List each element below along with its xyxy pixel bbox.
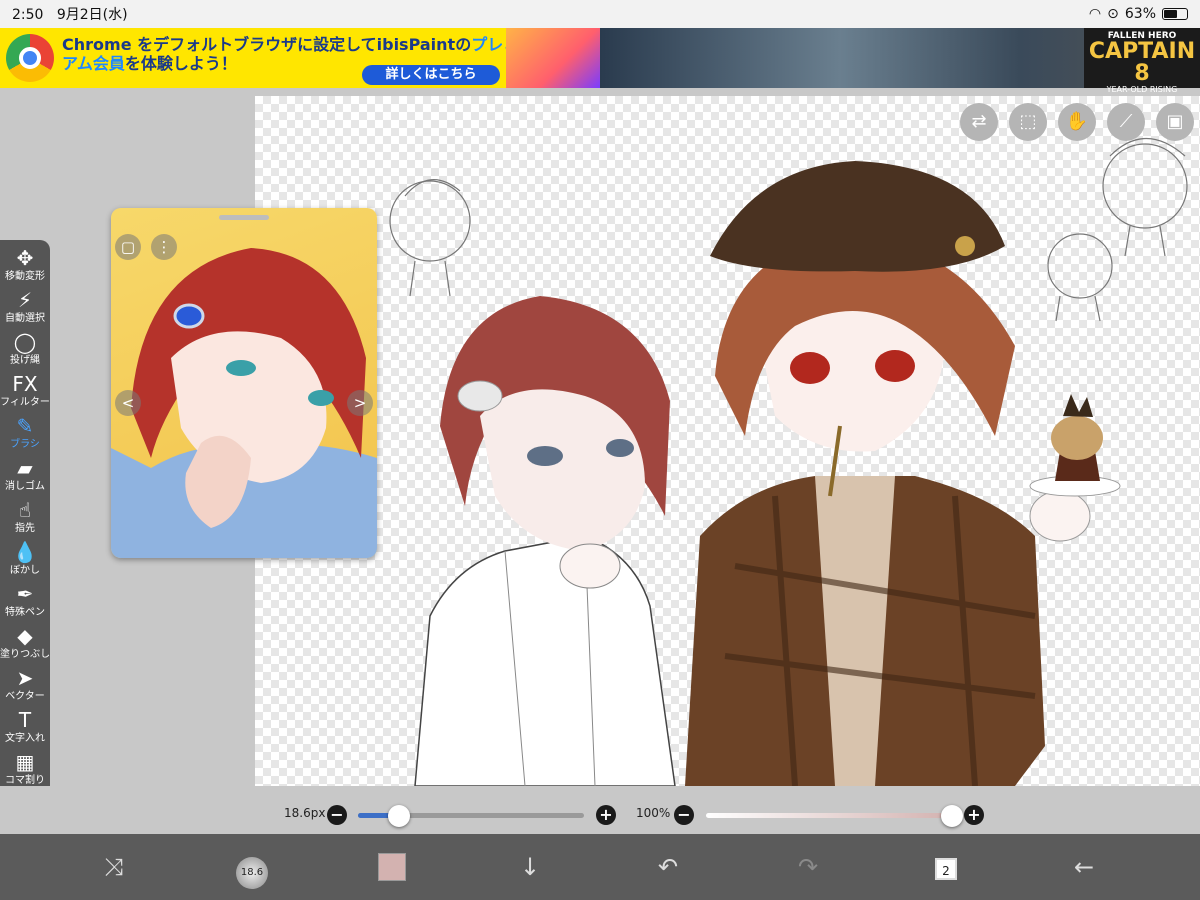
ad-illustration: [506, 28, 600, 88]
ruler-icon[interactable]: ⟋: [1107, 103, 1145, 141]
eraser-icon: ▰: [17, 456, 33, 480]
text-icon: T: [18, 708, 32, 732]
ad-details-button[interactable]: 詳しくはこちら: [362, 65, 500, 85]
tool-label: 指先: [15, 523, 35, 534]
opacity-minus-button[interactable]: −: [674, 805, 694, 825]
brush-size-minus-button[interactable]: −: [327, 805, 347, 825]
battery-percent: 63%: [1124, 6, 1156, 22]
tool-fill[interactable]: ◆ 塗りつぶし: [0, 624, 50, 666]
tool-label: フィルター: [0, 397, 50, 408]
reference-prev-icon[interactable]: <: [115, 390, 141, 416]
movie-subtitle: YEAR-OLD RISING: [1106, 85, 1178, 94]
movie-logo: FALLEN HERO CAPTAIN 8 YEAR-OLD RISING: [1084, 28, 1200, 94]
download-icon[interactable]: ↓: [510, 847, 550, 887]
opacity-knob[interactable]: [941, 805, 963, 827]
workspace: ▢ ⋮ < > ✥ 移動変形 ⚡ 自動選択 ◯ 投げ縄 FX フィルター ✎ ブラシ ▰ 消しゴム ☝ 指…: [0, 96, 1200, 880]
chrome-logo-icon: [6, 34, 54, 82]
reference-window[interactable]: ▢ ⋮ < >: [111, 208, 377, 558]
rotation-lock-icon: ⊙: [1107, 6, 1119, 22]
tool-bar: ✥ 移動変形 ⚡ 自動選択 ◯ 投げ縄 FX フィルター ✎ ブラシ ▰ 消しゴム ☝ 指先 💧 ぼかし ✒ 特殊…: [0, 240, 50, 880]
drawing-canvas[interactable]: [255, 96, 1200, 787]
tool-fx[interactable]: FX フィルター: [0, 372, 50, 414]
tool-magic-wand[interactable]: ⚡ 自動選択: [0, 288, 50, 330]
brush-size-slider[interactable]: [358, 805, 584, 827]
finger-icon: ☝: [18, 498, 32, 522]
brush-size-badge: 18.6: [236, 857, 268, 889]
color-picker-button[interactable]: [372, 847, 412, 887]
movie-ad[interactable]: FALLEN HERO CAPTAIN 8 YEAR-OLD RISING: [600, 28, 1200, 94]
tool-finger[interactable]: ☝ 指先: [0, 498, 50, 540]
tool-lasso[interactable]: ◯ 投げ縄: [0, 330, 50, 372]
status-indicators: ◠ ⊙ 63%: [1089, 6, 1188, 22]
wifi-icon: ◠: [1088, 6, 1102, 22]
redo-icon[interactable]: ↷: [788, 847, 828, 887]
toggle-icon[interactable]: ⇄: [960, 103, 998, 141]
tool-special-pen[interactable]: ✒ 特殊ペン: [0, 582, 50, 624]
tool-vector[interactable]: ➤ ベクター: [0, 666, 50, 708]
layer-count: 2: [935, 858, 957, 880]
tool-label: ブラシ: [10, 439, 40, 450]
undo-icon[interactable]: ↶: [648, 847, 688, 887]
tool-label: ベクター: [5, 691, 45, 702]
lasso-icon: ◯: [13, 330, 37, 354]
artwork: [389, 137, 1188, 787]
ad-line2-text: を体験しよう！: [124, 54, 237, 73]
opacity-label: 100%: [636, 806, 671, 820]
swap-tool-icon[interactable]: ⤨: [94, 847, 134, 887]
chrome-ad[interactable]: Chrome をデフォルトブラウザに設定してibisPaintのプレミ アム会員…: [0, 28, 600, 88]
hand-gesture-icon[interactable]: ✋: [1058, 103, 1096, 141]
current-color-swatch: [378, 853, 406, 881]
tool-label: 文字入れ: [5, 733, 45, 744]
tool-label: 投げ縄: [10, 355, 40, 366]
tool-move[interactable]: ✥ 移動変形: [0, 246, 50, 288]
status-time: 2:50: [12, 7, 44, 23]
magic-wand-icon: ⚡: [17, 288, 33, 312]
reference-expand-icon[interactable]: ▢: [115, 234, 141, 260]
brush-size-plus-button[interactable]: +: [596, 805, 616, 825]
frame-divider-icon: ▦: [15, 750, 35, 774]
status-bar: 2:50 9月2日(水) ◠ ⊙ 63%: [0, 0, 1200, 28]
reference-image: [111, 248, 377, 558]
status-time-date: 2:50 9月2日(水): [12, 4, 128, 24]
tool-label: 移動変形: [5, 271, 45, 282]
blur-icon: 💧: [12, 540, 38, 564]
special-pen-icon: ✒: [16, 582, 34, 606]
brush-settings-button[interactable]: 18.6: [232, 847, 272, 889]
fill-icon: ◆: [17, 624, 33, 648]
brush-size-knob[interactable]: [387, 805, 410, 827]
movie-title: CAPTAIN 8: [1088, 39, 1196, 86]
tool-label: 塗りつぶし: [0, 649, 51, 660]
opacity-plus-button[interactable]: +: [964, 805, 984, 825]
layers-button[interactable]: 2: [926, 847, 966, 887]
fx-icon: FX: [12, 372, 38, 396]
tool-label: 特殊ペン: [5, 607, 45, 618]
tool-text[interactable]: T 文字入れ: [0, 708, 50, 750]
tool-blur[interactable]: 💧 ぼかし: [0, 540, 50, 582]
tool-eraser[interactable]: ▰ 消しゴム: [0, 456, 50, 498]
tool-label: 自動選択: [5, 313, 45, 324]
tool-brush[interactable]: ✎ ブラシ: [0, 414, 50, 456]
tool-label: 消しゴム: [5, 481, 45, 492]
opacity-slider[interactable]: [706, 805, 963, 827]
reference-next-icon[interactable]: >: [347, 390, 373, 416]
reference-menu-icon[interactable]: ⋮: [151, 234, 177, 260]
bottom-bar: ⤨ 18.6 ↓ ↶ ↷ 2 ←: [0, 834, 1200, 900]
slider-bar: 18.6px − + 100% − +: [0, 786, 1200, 834]
ad-line2-highlight: アム会員: [62, 54, 125, 73]
brush-icon: ✎: [16, 414, 34, 438]
battery-icon: [1162, 8, 1188, 20]
ad-line2: アム会員を体験しよう！: [62, 50, 237, 74]
tool-label: ぼかし: [10, 565, 40, 576]
ad-banner[interactable]: Chrome をデフォルトブラウザに設定してibisPaintのプレミ アム会員…: [0, 28, 1200, 94]
move-icon: ✥: [16, 246, 34, 270]
back-icon[interactable]: ←: [1064, 847, 1104, 887]
vector-icon: ➤: [16, 666, 34, 690]
selection-icon[interactable]: ⬚: [1009, 103, 1047, 141]
battery-level: [1164, 10, 1178, 18]
material-icon[interactable]: ▣: [1156, 103, 1194, 141]
brush-size-label: 18.6px: [284, 806, 326, 820]
drag-handle[interactable]: [219, 215, 269, 220]
status-date: 9月2日(水): [56, 7, 128, 23]
